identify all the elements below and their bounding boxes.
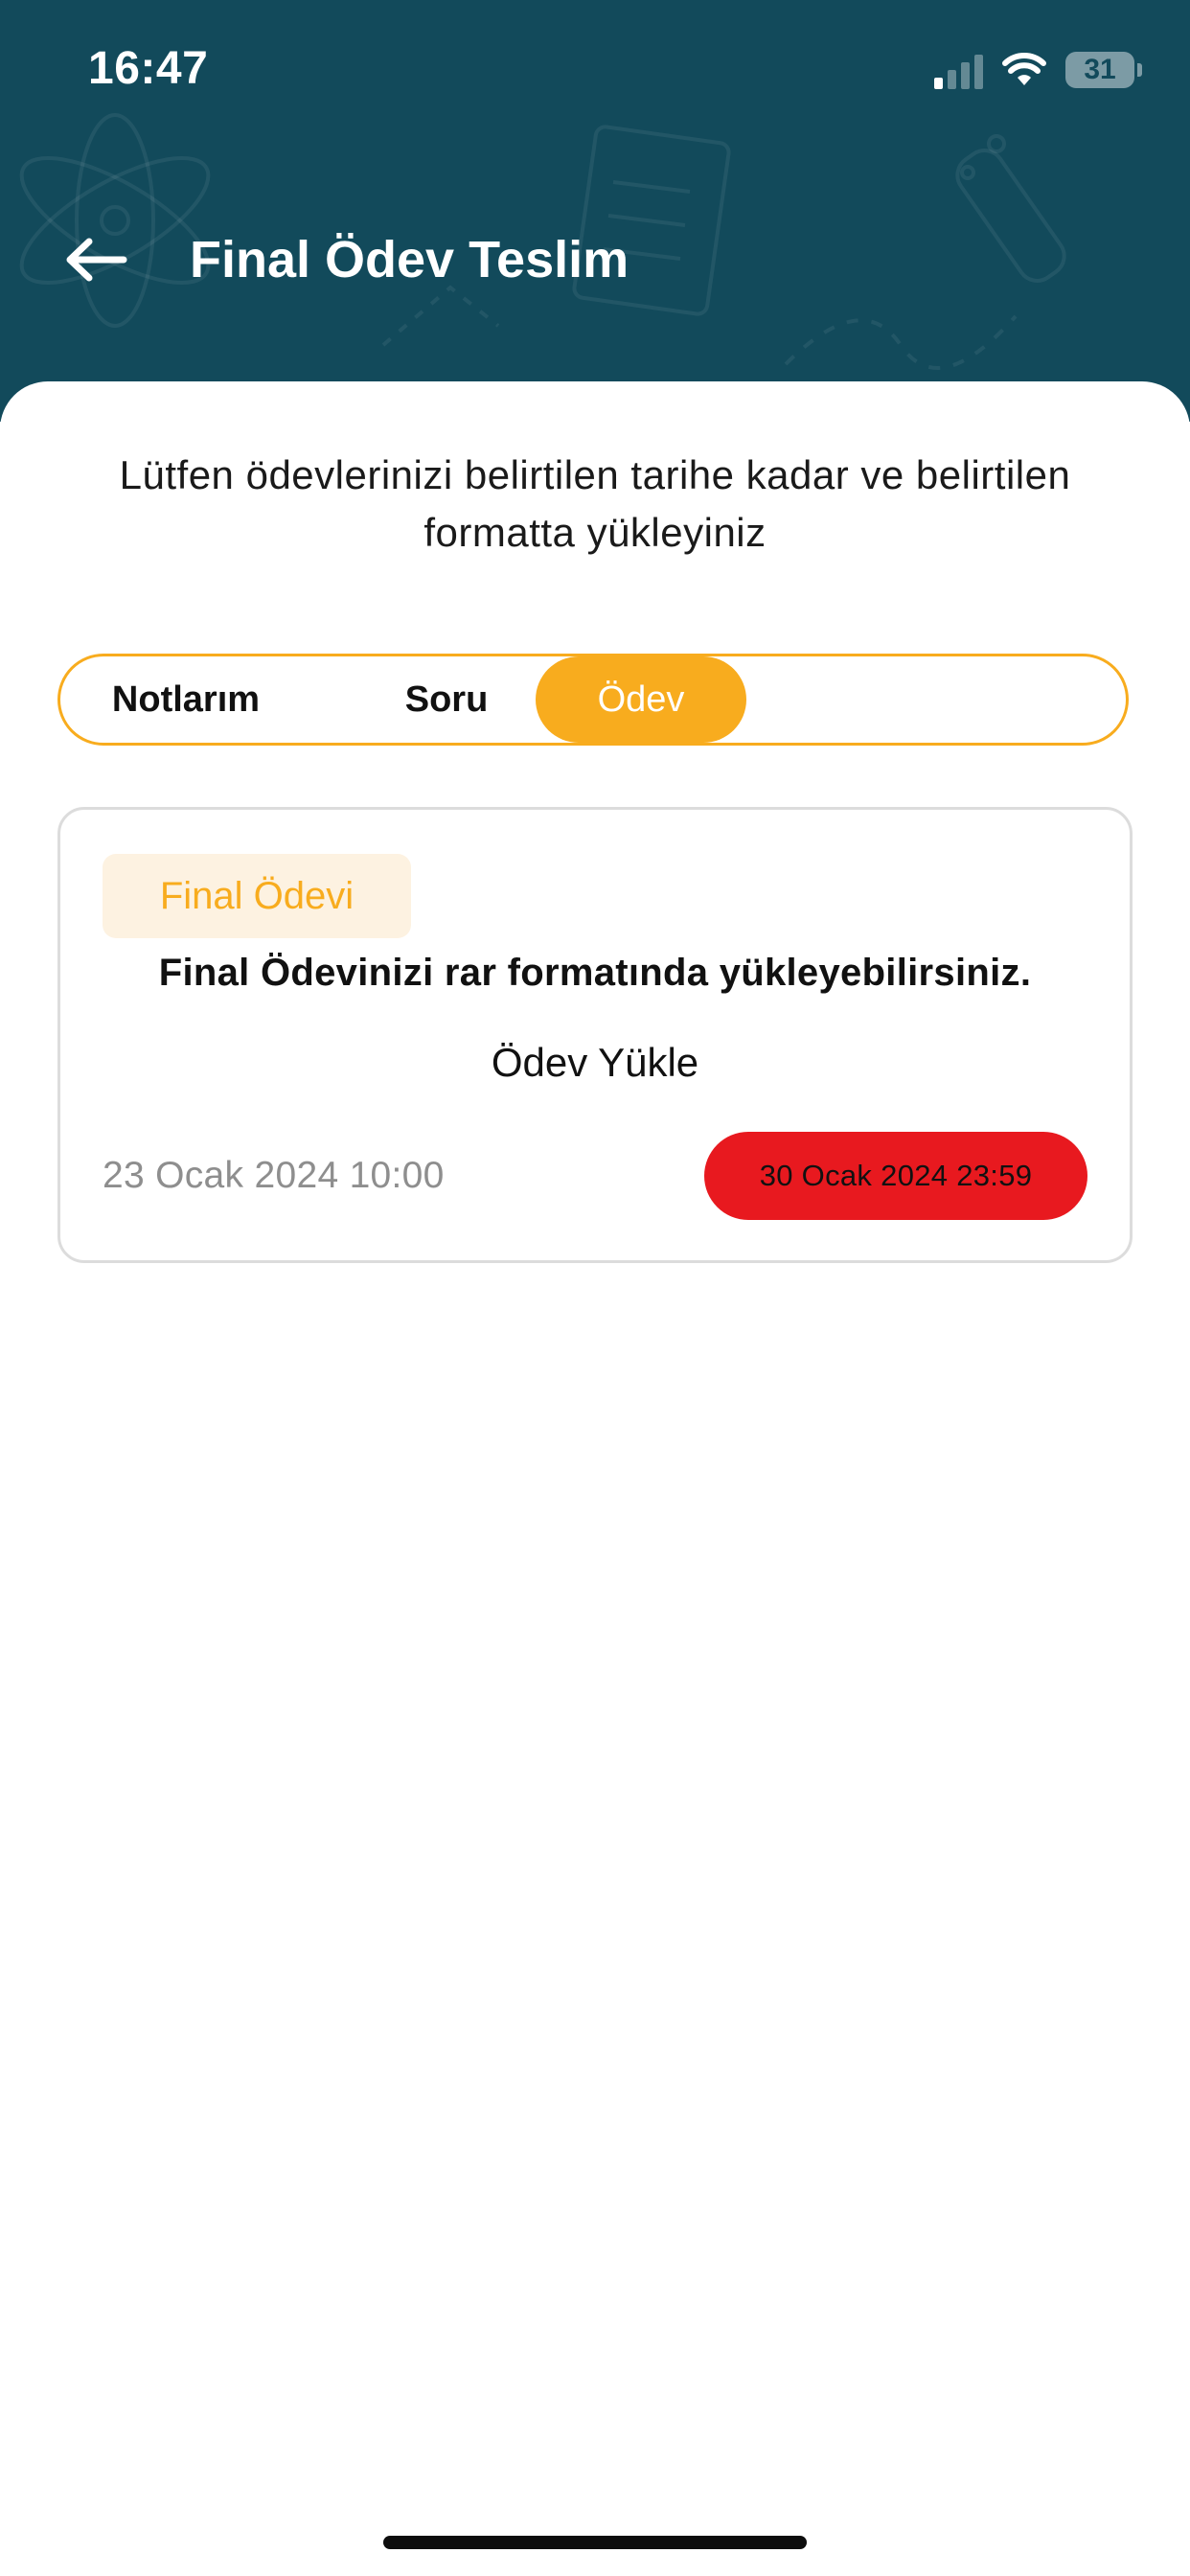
tab-notlarim[interactable]: Notlarım	[85, 656, 286, 743]
header: 16:47 31 Final Ödev Teslim	[0, 0, 1190, 422]
upload-assignment-button[interactable]: Ödev Yükle	[60, 1034, 1130, 1092]
assignment-description: Final Ödevinizi rar formatında yükleyebi…	[158, 952, 1032, 994]
back-button[interactable]	[59, 226, 132, 293]
start-date: 23 Ocak 2024 10:00	[103, 1155, 445, 1196]
segmented-tabs: Notlarım Soru Ödev	[57, 654, 1129, 746]
deadline-badge: 30 Ocak 2024 23:59	[704, 1132, 1087, 1220]
arrow-left-icon	[66, 238, 127, 282]
wifi-icon	[1002, 53, 1046, 85]
battery-icon: 31	[1065, 52, 1134, 88]
home-indicator[interactable]	[383, 2536, 807, 2549]
tab-odev[interactable]: Ödev	[536, 656, 746, 743]
page-title: Final Ödev Teslim	[190, 231, 629, 288]
instruction-text: Lütfen ödevlerinizi belirtilen tarihe ka…	[119, 452, 1071, 555]
battery-percentage: 31	[1084, 54, 1116, 85]
assignment-card[interactable]: Final Ödevi Final Ödevinizi rar formatın…	[57, 807, 1133, 1263]
status-icons: 31	[934, 48, 1142, 92]
cellular-signal-icon	[934, 51, 983, 89]
assignment-type-badge: Final Ödevi	[103, 854, 411, 938]
battery-cap	[1137, 63, 1142, 77]
status-time: 16:47	[88, 43, 209, 94]
screen: 16:47 31 Final Ödev Teslim Lütfen ödevle…	[0, 0, 1190, 2576]
tab-soru[interactable]: Soru	[365, 656, 528, 743]
